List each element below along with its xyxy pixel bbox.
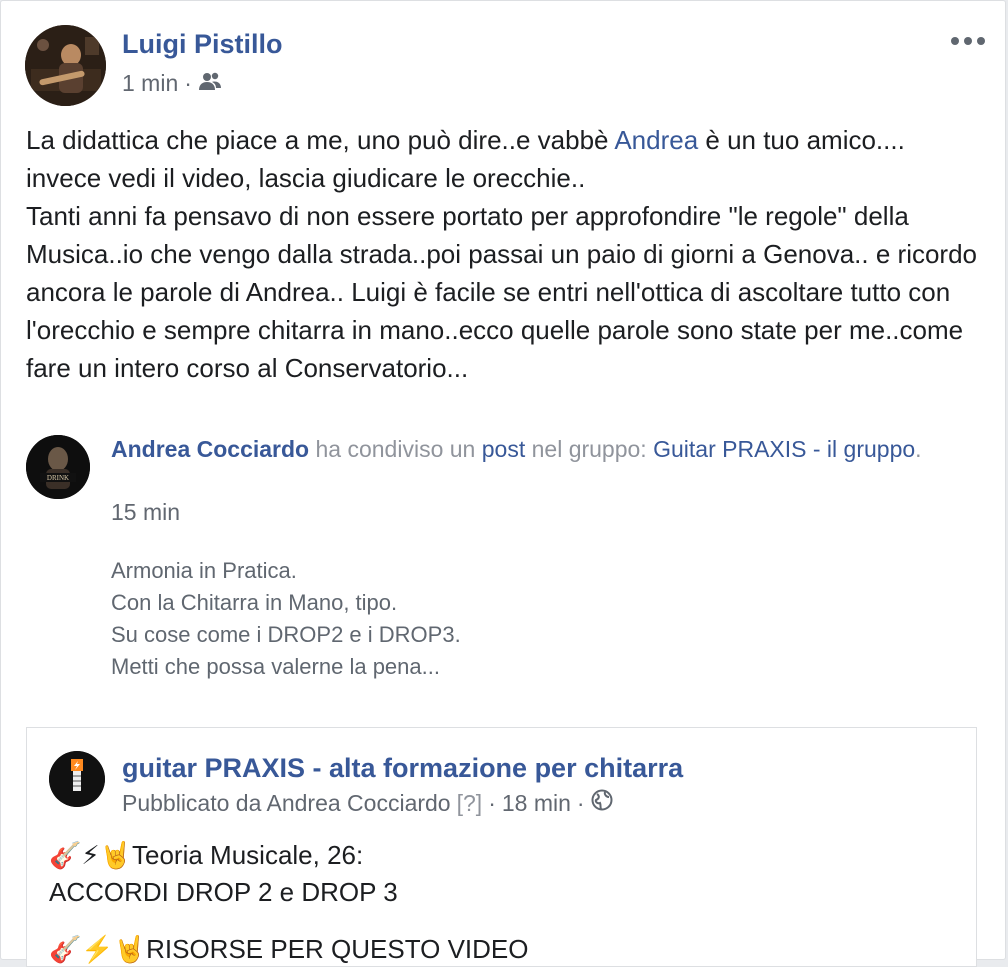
- shared-post-link[interactable]: post: [482, 436, 525, 462]
- shared-text: Armonia in Pratica. Con la Chitarra in M…: [111, 555, 461, 683]
- share-period: .: [915, 436, 922, 462]
- page-avatar[interactable]: [49, 751, 105, 807]
- dot: [977, 37, 985, 45]
- emoji-prefix: 🎸⚡🤘: [49, 841, 133, 871]
- shared-author-name[interactable]: Andrea Cocciardo: [111, 436, 309, 462]
- author-avatar[interactable]: [25, 25, 106, 106]
- meta-separator: ·: [576, 789, 585, 816]
- dot: [951, 37, 959, 45]
- shared-text-line: Armonia in Pratica.: [111, 558, 297, 583]
- shared-time[interactable]: 15 min: [111, 499, 180, 526]
- more-options-icon[interactable]: [951, 29, 985, 53]
- page-name[interactable]: guitar PRAXIS - alta formazione per chit…: [122, 753, 683, 784]
- friends-icon[interactable]: [198, 70, 222, 97]
- original-line-1: Teoria Musicale, 26:: [132, 840, 364, 870]
- published-by[interactable]: Pubblicato da Andrea Cocciardo: [122, 790, 451, 817]
- author-name[interactable]: Luigi Pistillo: [122, 29, 283, 60]
- meta-separator: ·: [184, 70, 192, 96]
- shared-text-line: Metti che possa valerne la pena...: [111, 654, 440, 679]
- original-line-2: ACCORDI DROP 2 e DROP 3: [49, 877, 398, 907]
- original-text-cut-line: 🎸⚡🤘RISORSE PER QUESTO VIDEO: [49, 934, 529, 964]
- share-action-text: ha condiviso un: [309, 436, 482, 462]
- original-time[interactable]: 18 min: [502, 790, 571, 817]
- post-text-paragraph: Tanti anni fa pensavo di non essere port…: [26, 201, 978, 383]
- mention-link[interactable]: Andrea: [614, 125, 698, 155]
- post-card: Luigi Pistillo 1 min · La didattica che …: [0, 0, 1006, 967]
- post-meta: 1 min ·: [122, 70, 222, 97]
- help-link[interactable]: [?]: [457, 790, 483, 817]
- group-link[interactable]: Guitar PRAXIS - il gruppo: [653, 436, 915, 462]
- meta-separator: ·: [488, 789, 496, 816]
- original-text-line: 🎸⚡🤘Teoria Musicale, 26:: [49, 837, 398, 874]
- share-group-text: nel gruppo:: [525, 436, 654, 462]
- svg-text:DRINK: DRINK: [47, 474, 69, 482]
- shared-author-avatar[interactable]: DRINK: [26, 435, 90, 499]
- globe-icon[interactable]: [591, 789, 613, 817]
- dot: [964, 37, 972, 45]
- shared-text-line: Su cose come i DROP2 e i DROP3.: [111, 622, 461, 647]
- post-body: La didattica che piace a me, uno può dir…: [26, 121, 986, 387]
- original-meta: Pubblicato da Andrea Cocciardo [?] · 18 …: [122, 789, 613, 817]
- shared-text-line: Con la Chitarra in Mano, tipo.: [111, 590, 398, 615]
- post-time[interactable]: 1 min: [122, 70, 178, 97]
- share-header: Andrea Cocciardo ha condiviso un post ne…: [111, 433, 971, 465]
- post-text-part: La didattica che piace a me, uno può dir…: [26, 125, 615, 155]
- original-text: 🎸⚡🤘Teoria Musicale, 26: ACCORDI DROP 2 e…: [49, 837, 398, 910]
